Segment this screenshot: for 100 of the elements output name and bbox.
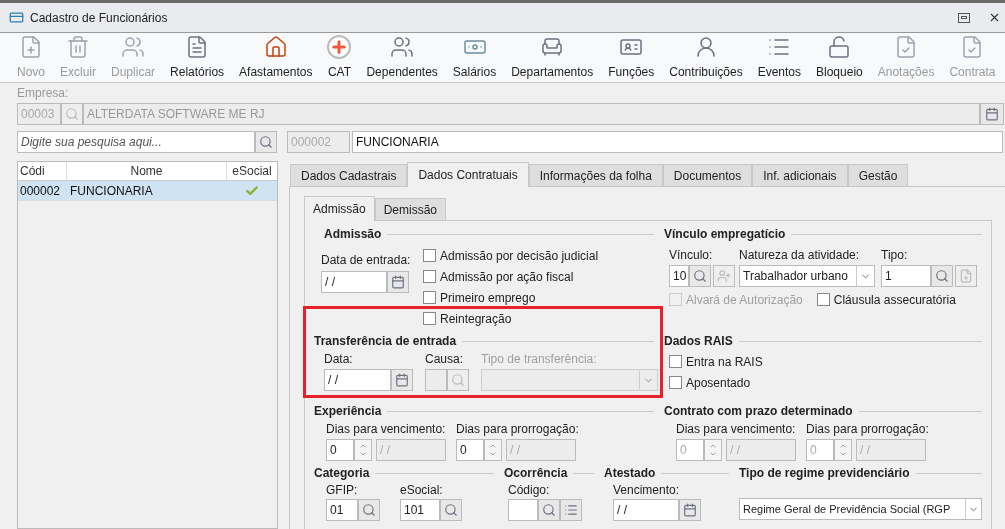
- section-title: Contrato com prazo determinado: [664, 403, 853, 420]
- section-title: Vínculo empregatício: [664, 226, 786, 243]
- search-icon: [693, 269, 707, 283]
- add-document-button[interactable]: [955, 265, 977, 287]
- restore-button[interactable]: [958, 12, 970, 23]
- tab[interactable]: Gestão: [847, 164, 909, 186]
- calendar-icon: [683, 503, 697, 517]
- tab[interactable]: Informações da folha: [528, 164, 663, 186]
- tab[interactable]: Documentos: [662, 164, 753, 186]
- field-label: Empresa:: [17, 86, 70, 101]
- search-button[interactable]: [538, 499, 560, 521]
- search-icon: [65, 107, 79, 121]
- input-field[interactable]: 01: [326, 499, 358, 521]
- calendar-button[interactable]: [391, 369, 413, 391]
- input-field[interactable]: / /: [321, 271, 387, 293]
- search-button[interactable]: [440, 499, 462, 521]
- new-file-icon: [19, 34, 43, 59]
- toolbar-button[interactable]: CAT: [327, 34, 352, 81]
- search-icon: [935, 269, 949, 283]
- input-field[interactable]: 1: [881, 265, 931, 287]
- section-title: Tipo de regime previdenciário: [739, 465, 910, 482]
- tab[interactable]: Dados Contratuais: [407, 162, 529, 187]
- input-field[interactable]: / /: [613, 499, 679, 521]
- window-title: Cadastro de Funcionários: [30, 9, 168, 27]
- field-label: Dias para prorrogação:: [456, 422, 579, 437]
- section-title: Transferência de entrada: [314, 333, 457, 350]
- toolbar-button[interactable]: Funções: [608, 34, 655, 81]
- search-button[interactable]: [447, 369, 469, 391]
- input-field[interactable]: 0: [326, 439, 354, 461]
- column-header[interactable]: eSocial: [227, 162, 277, 180]
- search-icon: [444, 503, 458, 517]
- toolbar-button[interactable]: Contribuições: [669, 34, 743, 81]
- tab[interactable]: Inf. adicionais: [752, 164, 848, 186]
- table-cell-text: FUNCIONARIA: [69, 182, 154, 200]
- column-header[interactable]: Códi: [18, 162, 67, 180]
- toolbar-button[interactable]: Eventos: [757, 34, 801, 81]
- close-icon[interactable]: [988, 11, 1001, 24]
- add-person-button[interactable]: [713, 265, 735, 287]
- spinner-button[interactable]: [354, 439, 372, 461]
- input-field[interactable]: [508, 499, 538, 521]
- field-label: Natureza da atividade:: [739, 248, 861, 263]
- spinner-button[interactable]: [704, 439, 722, 461]
- table-cell-text: 000002: [19, 182, 62, 200]
- toolbar-button[interactable]: Relatórios: [170, 34, 225, 81]
- checkbox[interactable]: [669, 376, 682, 389]
- checkbox-label: Reintegração: [440, 310, 512, 328]
- toolbar-button[interactable]: Bloqueio: [816, 34, 863, 81]
- field-label: Vínculo:: [669, 248, 714, 263]
- toolbar-button[interactable]: Salários: [452, 34, 497, 81]
- section-title: Ocorrência: [504, 465, 568, 482]
- select-field[interactable]: Regime Geral de Previdência Social (RGP: [739, 498, 982, 520]
- spinner-button[interactable]: [484, 439, 502, 461]
- checkbox[interactable]: [669, 355, 682, 368]
- search-button[interactable]: [689, 265, 711, 287]
- input-field[interactable]: 0: [456, 439, 484, 461]
- checkbox-label: Primeiro emprego: [440, 289, 536, 307]
- checkbox[interactable]: [423, 270, 436, 283]
- spinner-button[interactable]: [834, 439, 852, 461]
- search-icon: [451, 373, 465, 387]
- checkbox[interactable]: [423, 249, 436, 262]
- input-field[interactable]: 101: [400, 499, 440, 521]
- search-button[interactable]: [358, 499, 380, 521]
- search-button[interactable]: [255, 131, 277, 153]
- search-field[interactable]: Digite sua pesquisa aqui...: [17, 131, 255, 153]
- search-button[interactable]: [931, 265, 953, 287]
- column-header[interactable]: Nome: [67, 162, 227, 180]
- field-label: Data:: [324, 352, 354, 367]
- search-icon: [362, 503, 376, 517]
- section-title: Experiência: [314, 403, 382, 420]
- calendar-icon: [985, 107, 999, 121]
- tab[interactable]: Admissão: [304, 196, 375, 221]
- table-row[interactable]: 000002 FUNCIONARIA: [18, 181, 277, 201]
- people-icon: [121, 34, 146, 59]
- checkbox[interactable]: [816, 293, 830, 306]
- toolbar-button[interactable]: Dependentes: [366, 34, 438, 81]
- select-field[interactable]: Trabalhador urbano: [739, 265, 875, 287]
- calendar-button[interactable]: [679, 499, 701, 521]
- field-label: Causa:: [425, 352, 465, 367]
- field-label: Dias para vencimento:: [676, 422, 796, 437]
- calendar-button[interactable]: [980, 103, 1004, 125]
- calendar-button[interactable]: [387, 271, 409, 293]
- checkbox-label: Entra na RAIS: [686, 353, 763, 371]
- field-label: Dias para vencimento:: [326, 422, 446, 437]
- input-field[interactable]: 10: [669, 265, 689, 287]
- section-title: Admissão: [324, 226, 382, 243]
- input-field[interactable]: FUNCIONARIA: [352, 131, 1003, 153]
- field-label: Vencimento:: [613, 483, 681, 498]
- checkbox[interactable]: [423, 312, 436, 325]
- toolbar-button[interactable]: Afastamentos: [239, 34, 313, 81]
- list-button[interactable]: [560, 499, 582, 521]
- tab[interactable]: Dados Cadastrais: [290, 164, 408, 186]
- tab[interactable]: Demissão: [374, 198, 447, 220]
- checkbox[interactable]: [423, 291, 436, 304]
- toolbar-button[interactable]: Departamentos: [511, 34, 594, 81]
- search-icon: [259, 135, 273, 149]
- select-field[interactable]: [481, 369, 658, 391]
- field-label: Tipo de transferência:: [481, 352, 598, 367]
- section-title: Dados RAIS: [664, 333, 733, 350]
- search-button[interactable]: [61, 103, 83, 125]
- list-icon: [564, 503, 578, 517]
